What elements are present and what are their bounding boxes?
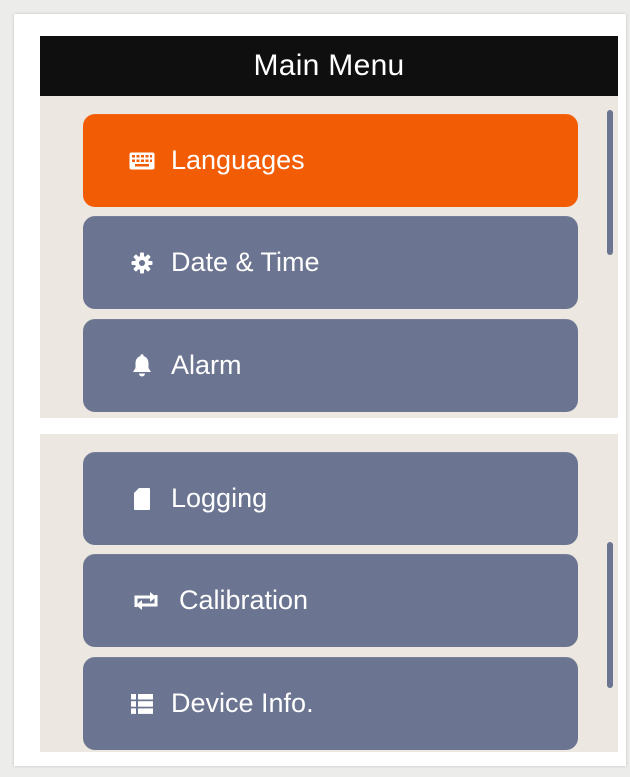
menu-item-date-time[interactable]: Date & Time — [83, 216, 578, 309]
menu-item-label: Logging — [171, 483, 268, 513]
menu-item-label: Device Info. — [171, 688, 314, 718]
menu-item-logging[interactable]: Logging — [83, 452, 578, 545]
page-title: Main Menu — [40, 36, 618, 96]
page-title-text: Main Menu — [253, 49, 405, 82]
list-icon — [129, 691, 155, 717]
keyboard-icon — [129, 148, 155, 174]
menu-item-label: Calibration — [179, 585, 309, 615]
repeat-arrows-icon — [129, 588, 163, 614]
menu-item-alarm[interactable]: Alarm — [83, 319, 578, 412]
menu-item-device-info[interactable]: Device Info. — [83, 657, 578, 750]
gear-icon — [129, 250, 155, 276]
menu-item-languages[interactable]: Languages — [83, 114, 578, 207]
bell-icon — [129, 353, 155, 379]
sd-card-icon — [129, 486, 155, 512]
scrollbar-top[interactable] — [607, 110, 613, 255]
menu-item-label: Date & Time — [171, 247, 320, 277]
menu-item-calibration[interactable]: Calibration — [83, 554, 578, 647]
scrollbar-bottom[interactable] — [607, 542, 613, 688]
menu-item-label: Alarm — [171, 350, 242, 380]
menu-item-label: Languages — [171, 145, 305, 175]
